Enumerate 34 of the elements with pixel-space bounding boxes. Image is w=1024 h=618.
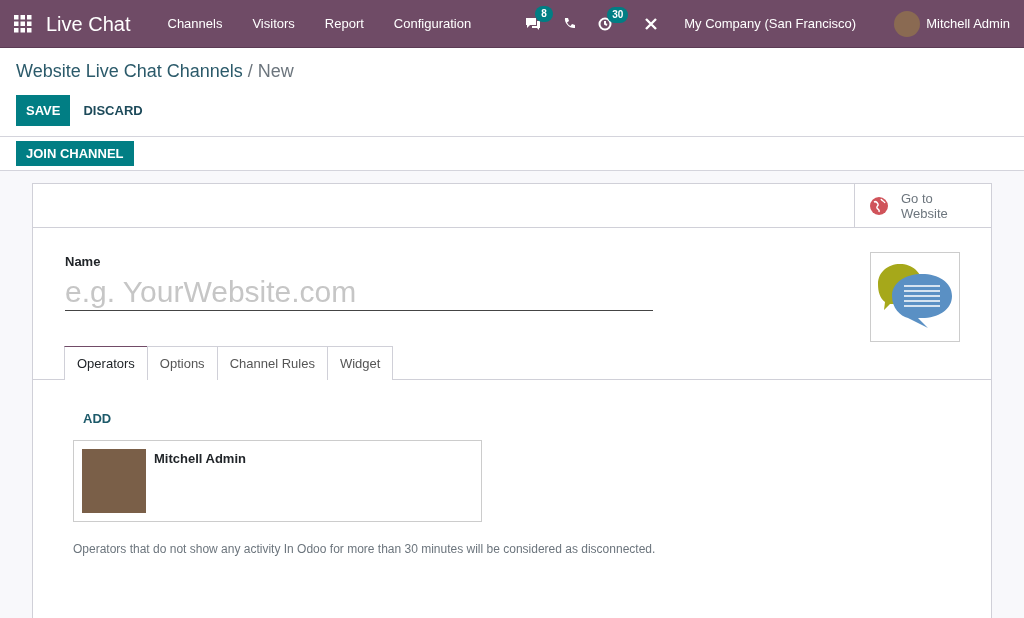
- help-text: Operators that do not show any activity In Odoo for more than 30 minutes will be considered as disconnected.: [73, 541, 657, 559]
- breadcrumb-link[interactable]: Website Live Chat Channels: [16, 61, 243, 81]
- channel-image[interactable]: [870, 252, 960, 343]
- menu-item[interactable]: Configuration: [378, 13, 487, 34]
- company-switcher[interactable]: My Company (San Francisco): [684, 13, 857, 34]
- operator-name: Mitchell Admin: [154, 450, 246, 469]
- breadcrumb-current: New: [257, 61, 294, 81]
- phone-icon[interactable]: [563, 17, 577, 30]
- chat-icon[interactable]: [525, 16, 542, 31]
- tab[interactable]: Operators: [64, 346, 148, 381]
- button-label: Go to: [901, 190, 934, 206]
- breadcrumb-separator: /: [247, 61, 253, 81]
- message-count-badge: 8: [535, 6, 553, 22]
- clock-icon[interactable]: [598, 16, 613, 31]
- save-button[interactable]: SAVE: [16, 95, 71, 126]
- app-title[interactable]: Live Chat: [46, 8, 131, 39]
- photo-placeholder: [82, 449, 146, 514]
- tab[interactable]: Widget: [326, 346, 394, 381]
- tab[interactable]: Options: [146, 346, 218, 381]
- name-label: Name: [65, 253, 102, 272]
- user-menu[interactable]: Mitchell Admin: [926, 13, 1010, 34]
- discard-button[interactable]: DISCARD: [70, 95, 156, 126]
- add-operator-link[interactable]: ADD: [73, 409, 122, 429]
- tab[interactable]: Channel Rules: [216, 346, 328, 381]
- join-channel-button[interactable]: JOIN CHANNEL: [16, 141, 134, 167]
- button-label: Website: [901, 205, 948, 221]
- name-field[interactable]: e.g. YourWebsite.com: [65, 273, 653, 311]
- operator-card[interactable]: Mitchell Admin: [73, 440, 482, 523]
- menu-item[interactable]: Channels: [152, 13, 238, 34]
- apps-menu-icon[interactable]: [14, 14, 32, 33]
- activity-count-badge: 30: [607, 6, 629, 23]
- go-to-website-button[interactable]: Go to Website: [854, 184, 991, 228]
- menu-item[interactable]: Visitors: [237, 13, 310, 34]
- menu-item[interactable]: Report: [309, 13, 379, 34]
